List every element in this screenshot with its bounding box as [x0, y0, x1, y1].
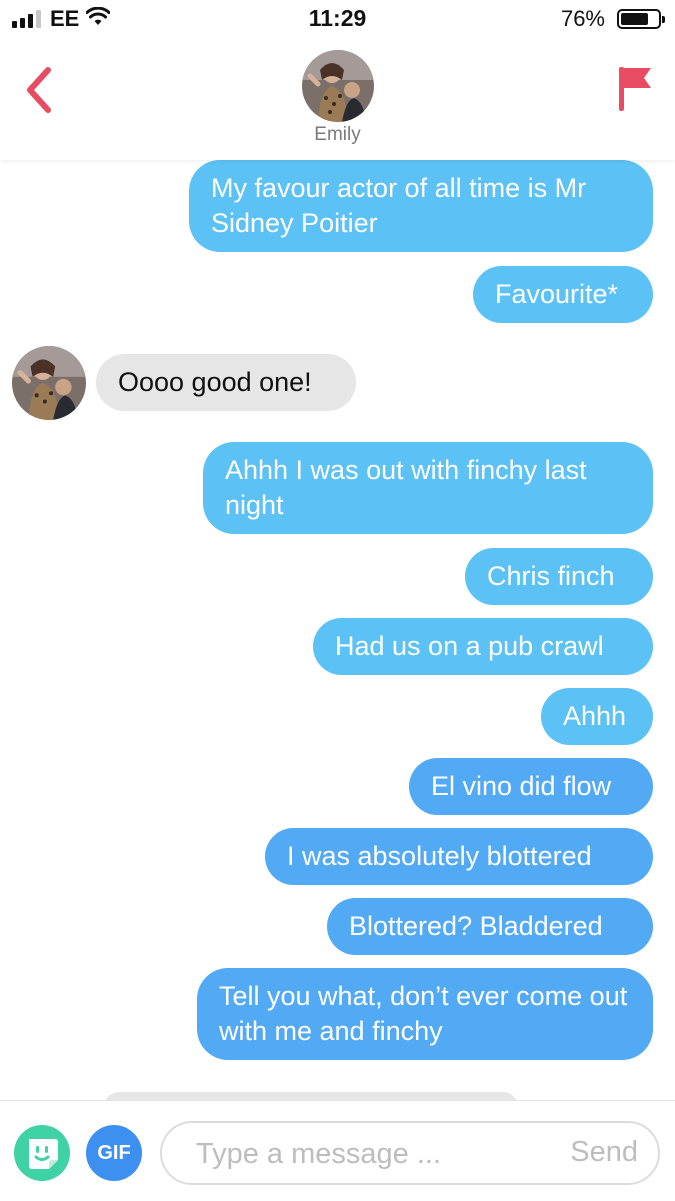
message-text: Blottered? Bladdered	[349, 911, 603, 941]
message-text: El vino did flow	[431, 771, 612, 801]
message-text: I was absolutely blottered	[287, 841, 592, 871]
message-sent: Blottered? Bladdered	[327, 898, 653, 955]
contact-avatar[interactable]	[302, 50, 374, 122]
message-thread[interactable]: My favour actor of all time is Mr Sidney…	[0, 160, 675, 1100]
message-sent: My favour actor of all time is Mr Sidney…	[189, 160, 653, 252]
report-flag-icon[interactable]	[615, 64, 655, 114]
status-bar: EE 11:29 76%	[0, 0, 675, 40]
message-sent: Tell you what, don’t ever come out with …	[197, 968, 653, 1060]
message-input-field[interactable]: Send	[160, 1121, 660, 1185]
message-sent: I was absolutely blottered	[265, 828, 653, 885]
sticker-icon[interactable]	[14, 1125, 70, 1181]
message-sent: Had us on a pub crawl	[313, 618, 653, 675]
message-text: Ahhh I was out with finchy last night	[225, 455, 587, 520]
gif-button[interactable]: GIF	[86, 1125, 142, 1181]
message-text: Ahhh	[563, 701, 627, 731]
contact-name: Emily	[314, 124, 361, 145]
battery-icon	[617, 9, 665, 29]
message-text: Favourite*	[495, 279, 619, 309]
message-received-partial	[104, 1092, 518, 1100]
back-chevron-icon[interactable]	[20, 62, 60, 118]
message-sent: Ahhh I was out with finchy last night	[203, 442, 653, 534]
message-sent: Favourite*	[473, 266, 653, 323]
contact-avatar-small[interactable]	[12, 346, 86, 420]
battery-fill	[621, 13, 648, 25]
message-received: Oooo good one!	[96, 354, 356, 411]
battery-percent: 76%	[560, 6, 605, 31]
message-text: Oooo good one!	[118, 367, 312, 397]
message-sent: Chris finch	[465, 548, 653, 605]
send-button[interactable]: Send	[570, 1136, 638, 1169]
message-sent: El vino did flow	[409, 758, 653, 815]
message-text: Tell you what, don’t ever come out with …	[219, 981, 628, 1046]
message-text: Had us on a pub crawl	[335, 631, 604, 661]
message-input[interactable]	[194, 1131, 558, 1177]
chat-header: Emily	[0, 40, 675, 160]
message-text: Chris finch	[487, 561, 615, 591]
message-sent: Ahhh	[541, 688, 653, 745]
message-text: My favour actor of all time is Mr Sidney…	[211, 173, 587, 238]
message-composer: GIF Send	[0, 1100, 675, 1201]
